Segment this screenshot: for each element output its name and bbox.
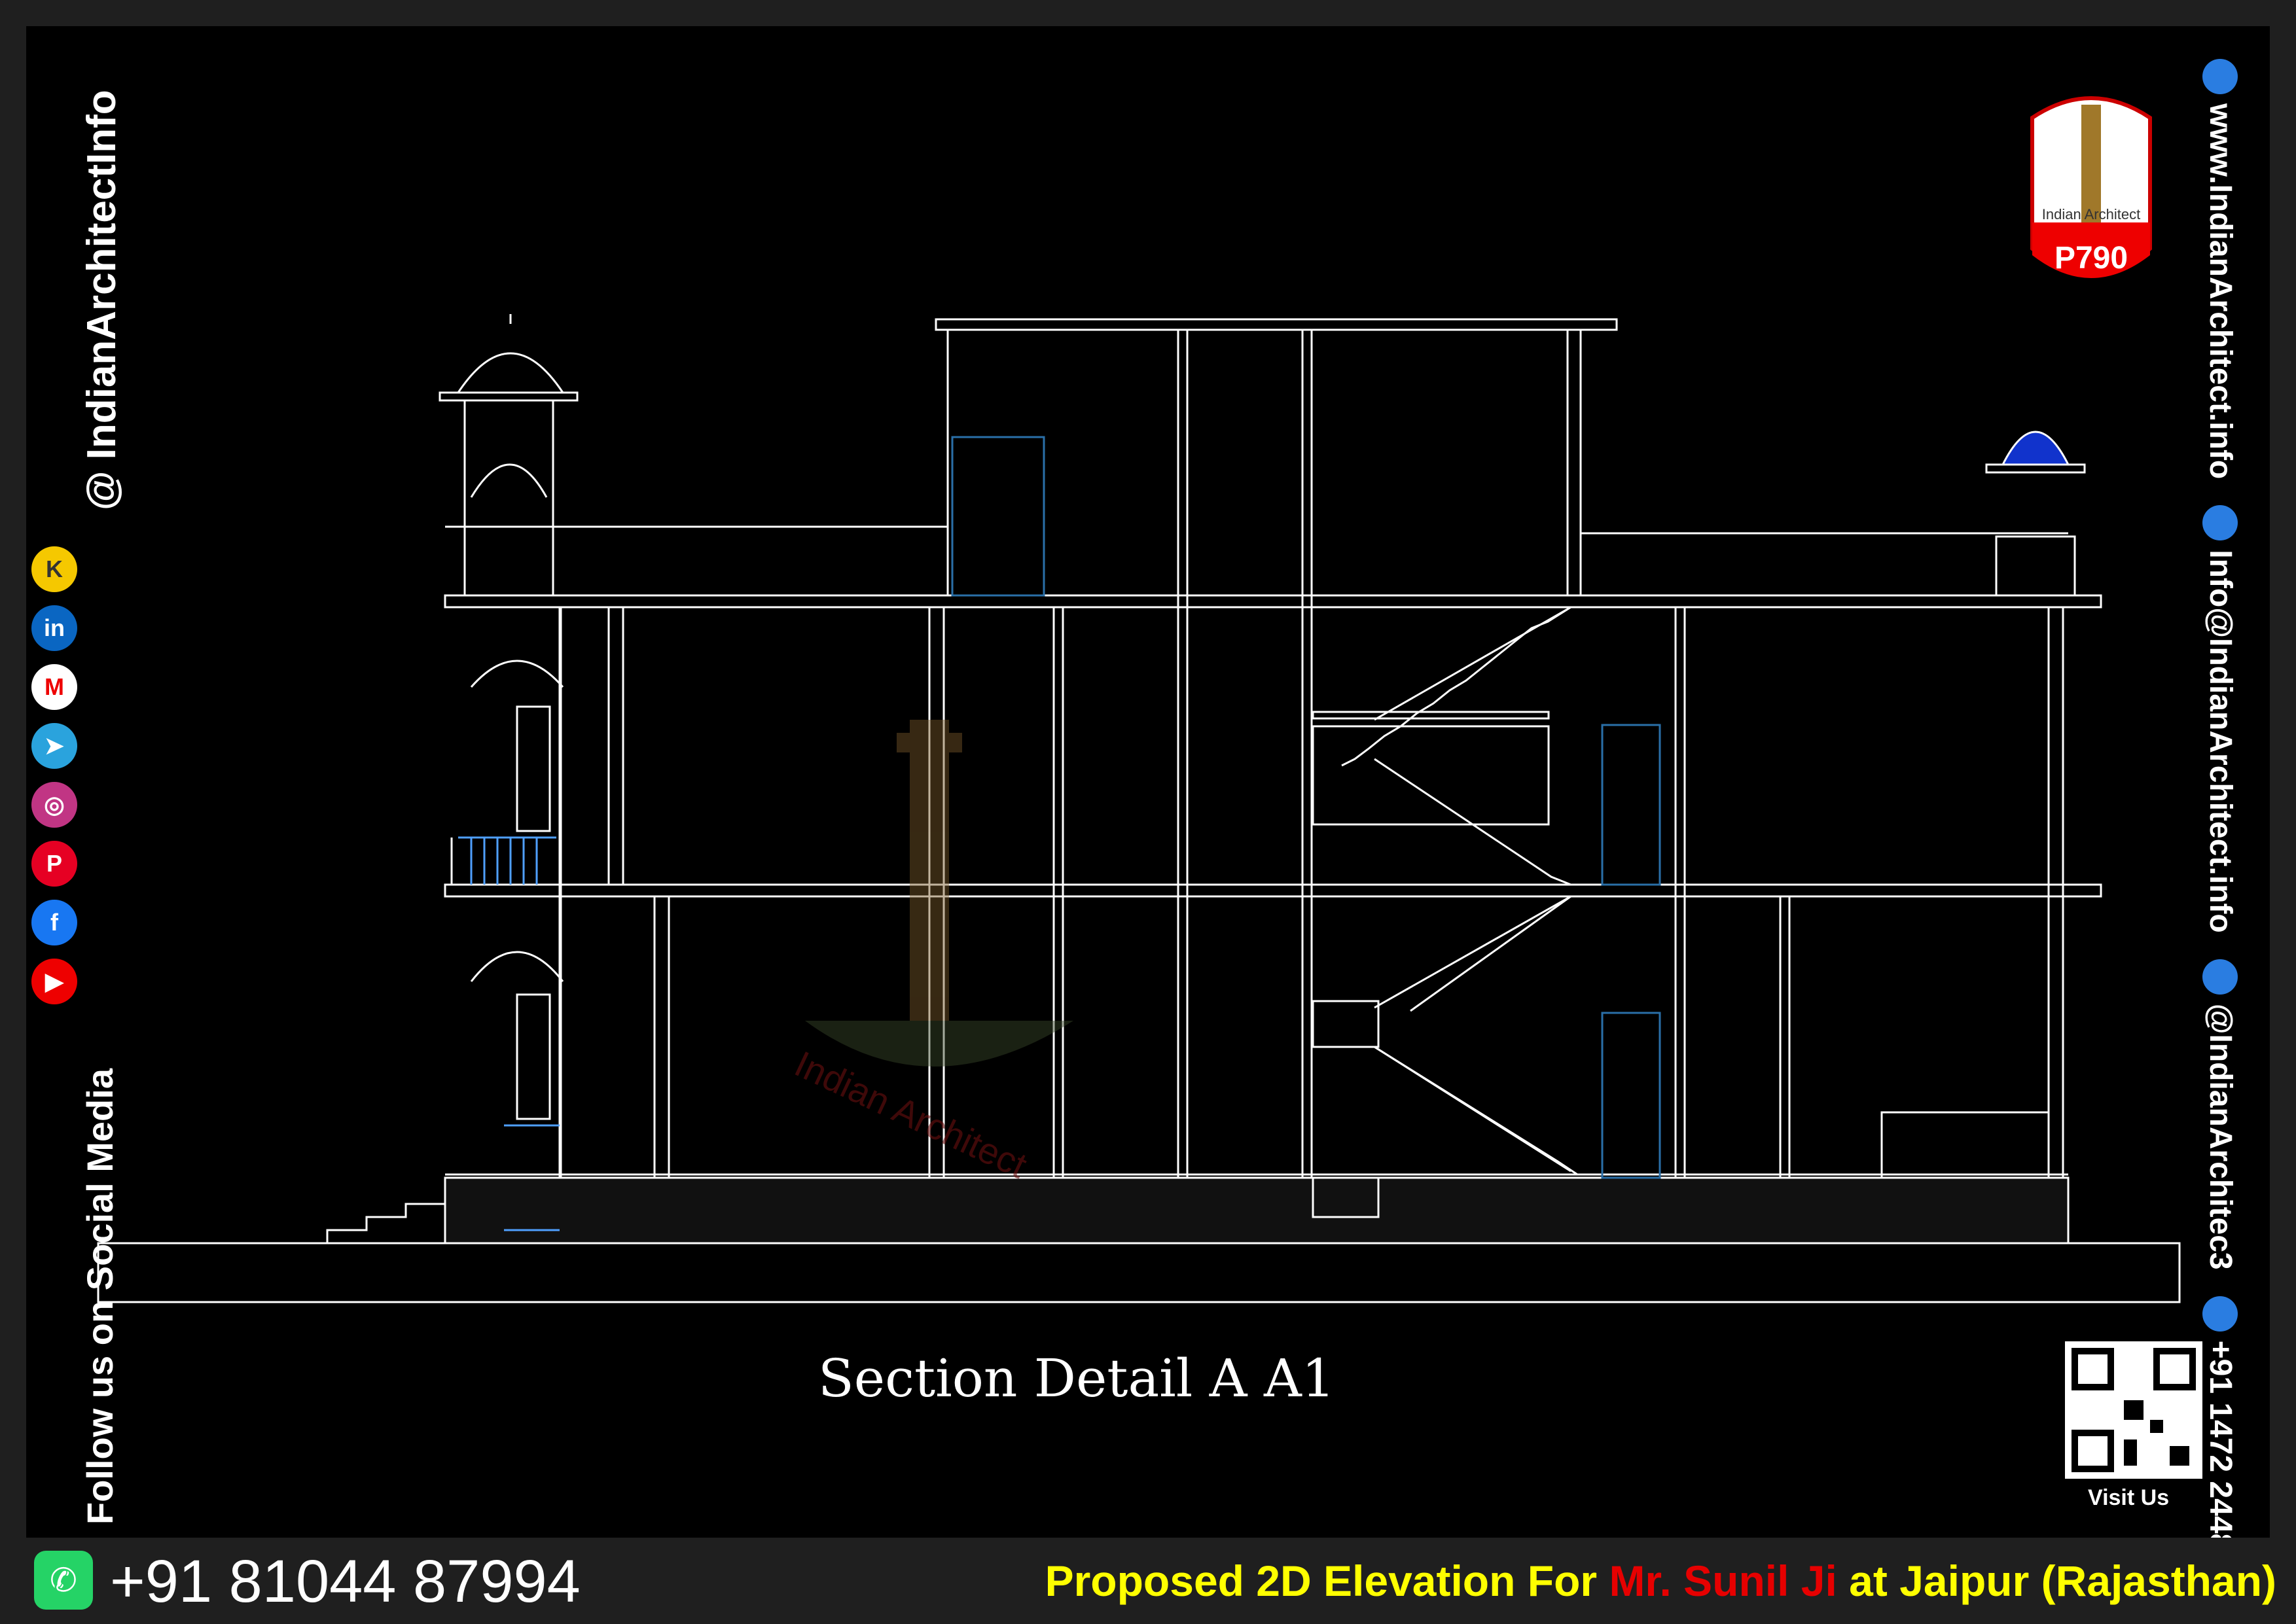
follow-text: Follow us on Social Media [79,1068,120,1525]
koo-icon[interactable]: K [31,546,77,592]
instagram-icon[interactable]: ◎ [31,782,77,828]
stair-landing-upper [1312,725,1550,826]
linkedin-icon[interactable]: in [31,605,77,651]
chhatri-dome-right [2001,431,2070,466]
entry-steps [326,1184,446,1243]
foundation [444,1176,2070,1244]
social-handle: @ IndianArchitectInfo [79,90,124,510]
footer-phone[interactable]: +91 81044 87994 [110,1547,581,1616]
slab-roof [444,594,2102,609]
brand-badge: Indian Architect P790 [2030,96,2152,278]
mail-icon [2202,505,2238,541]
website-link[interactable]: www.IndianArchitect.info [2202,103,2238,479]
visit-us-label[interactable]: Visit Us [2088,1485,2169,1511]
kitchen-counter [1880,1111,2050,1179]
mumty-slab [935,318,1618,331]
globe-icon [2202,59,2238,94]
stair-upper-2 [1374,758,1571,886]
badge-brand: Indian Architect [2042,206,2140,222]
email-link[interactable]: Info@IndianArchitect.info [2202,550,2238,932]
mumty-wall [1566,328,1582,597]
stair-lower-1 [1410,895,1571,1012]
qr-code[interactable] [2065,1341,2202,1479]
watermark-tower [805,720,1073,1067]
plinth-base [97,1242,2181,1303]
door-ground [1601,1012,1661,1179]
right-contacts: www.IndianArchitect.info Info@IndianArch… [2202,59,2238,1586]
twitter-icon [2202,959,2238,995]
client-name: Mr. Sunil Ji [1609,1557,1837,1605]
proposed-caption: Proposed 2D Elevation For Mr. Sunil Ji a… [1045,1556,2276,1606]
facebook-icon[interactable]: f [31,900,77,945]
proposed-suffix: at Jaipur (Rajasthan) [1837,1557,2276,1605]
door-first [1601,724,1661,886]
badge-code: P790 [2054,241,2128,275]
proposed-prefix: Proposed 2D Elevation For [1045,1557,1609,1605]
youtube-icon[interactable]: ▶ [31,959,77,1004]
drawing-title: Section Detail A A1 [818,1348,1335,1409]
whatsapp-icon[interactable]: ✆ [34,1551,93,1610]
stair-upper-1 [1341,606,1571,767]
twitter-handle[interactable]: @IndianArchitec3 [2202,1004,2238,1270]
telegram-icon[interactable]: ➤ [31,723,77,769]
phone-icon [2202,1296,2238,1332]
door-mumty [951,436,1045,597]
chhatri-dome-left [456,352,565,394]
slab-first [444,883,2102,898]
pinterest-icon[interactable]: P [31,841,77,887]
gmail-icon[interactable]: M [31,664,77,710]
